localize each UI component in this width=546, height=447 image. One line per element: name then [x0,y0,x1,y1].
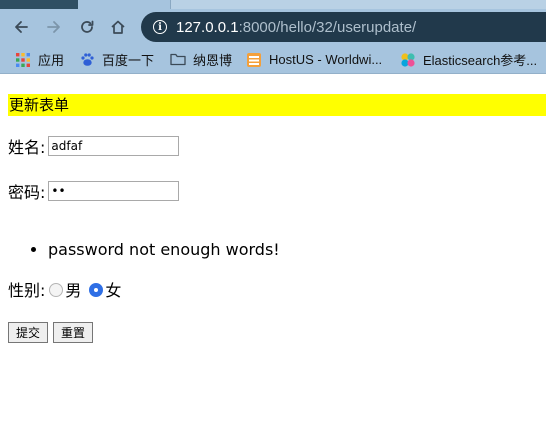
url-path: :8000/hello/32/userupdate/ [238,18,417,36]
bookmark-apps[interactable]: 应用 [15,45,64,74]
folder-icon [170,52,186,68]
tab-strip [0,0,546,9]
bookmark-label: 百度一下 [102,53,155,68]
arrow-left-icon [15,21,28,33]
active-tab[interactable] [0,0,78,9]
back-button[interactable] [6,9,36,45]
bookmark-elasticsearch[interactable]: Elasticsearch参考... [400,45,537,74]
bookmark-folder[interactable]: 纳恩博 [170,45,232,74]
name-row: 姓名: [8,134,180,158]
arrow-right-icon [47,21,60,33]
reload-icon [81,20,94,33]
home-button[interactable] [103,9,133,45]
address-bar[interactable]: i 127.0.0.1:8000/hello/32/userupdate/ [141,12,546,42]
reset-button[interactable]: 重置 [53,322,94,343]
password-input[interactable] [48,181,180,201]
gender-female-label[interactable]: 女 [105,277,121,301]
bookmarks-bar: 应用 百度一下 纳恩博 HostUS - Worldwi... Elastics… [0,45,546,74]
page-content: 更新表单 姓名: 密码: password not enough words! … [0,75,546,447]
bookmark-baidu[interactable]: 百度一下 [79,45,154,74]
error-message: password not enough words! [48,239,280,261]
baidu-paw-icon [79,52,95,68]
forward-button[interactable] [39,9,69,45]
gender-male-label[interactable]: 男 [65,277,81,301]
name-input[interactable] [48,136,180,156]
gender-female-radio[interactable] [89,283,104,297]
password-row: 密码: [8,179,180,203]
home-icon [111,20,125,34]
bookmark-hostus[interactable]: HostUS - Worldwi... [246,45,382,74]
hostus-server-icon [246,52,262,68]
error-list: password not enough words! [8,239,280,261]
bookmark-label: 应用 [38,53,65,68]
url-host: 127.0.0.1 [176,18,239,36]
reload-button[interactable] [72,9,102,45]
form-title: 更新表单 [8,94,546,116]
browser-toolbar: i 127.0.0.1:8000/hello/32/userupdate/ [0,9,546,45]
elasticsearch-icon [400,52,416,68]
gender-row: 性别: 男 女 [8,277,121,301]
gender-male-radio[interactable] [49,283,64,297]
name-label: 姓名: [8,138,46,157]
submit-button[interactable]: 提交 [8,322,49,343]
bookmark-label: HostUS - Worldwi... [269,52,383,67]
password-label: 密码: [8,183,46,202]
gender-label: 性别: [8,281,46,300]
inactive-tab[interactable] [170,0,546,9]
apps-grid-icon [15,52,31,68]
bookmark-label: Elasticsearch参考... [423,53,538,68]
bookmark-label: 纳恩博 [193,53,233,68]
site-info-icon[interactable]: i [153,20,167,34]
